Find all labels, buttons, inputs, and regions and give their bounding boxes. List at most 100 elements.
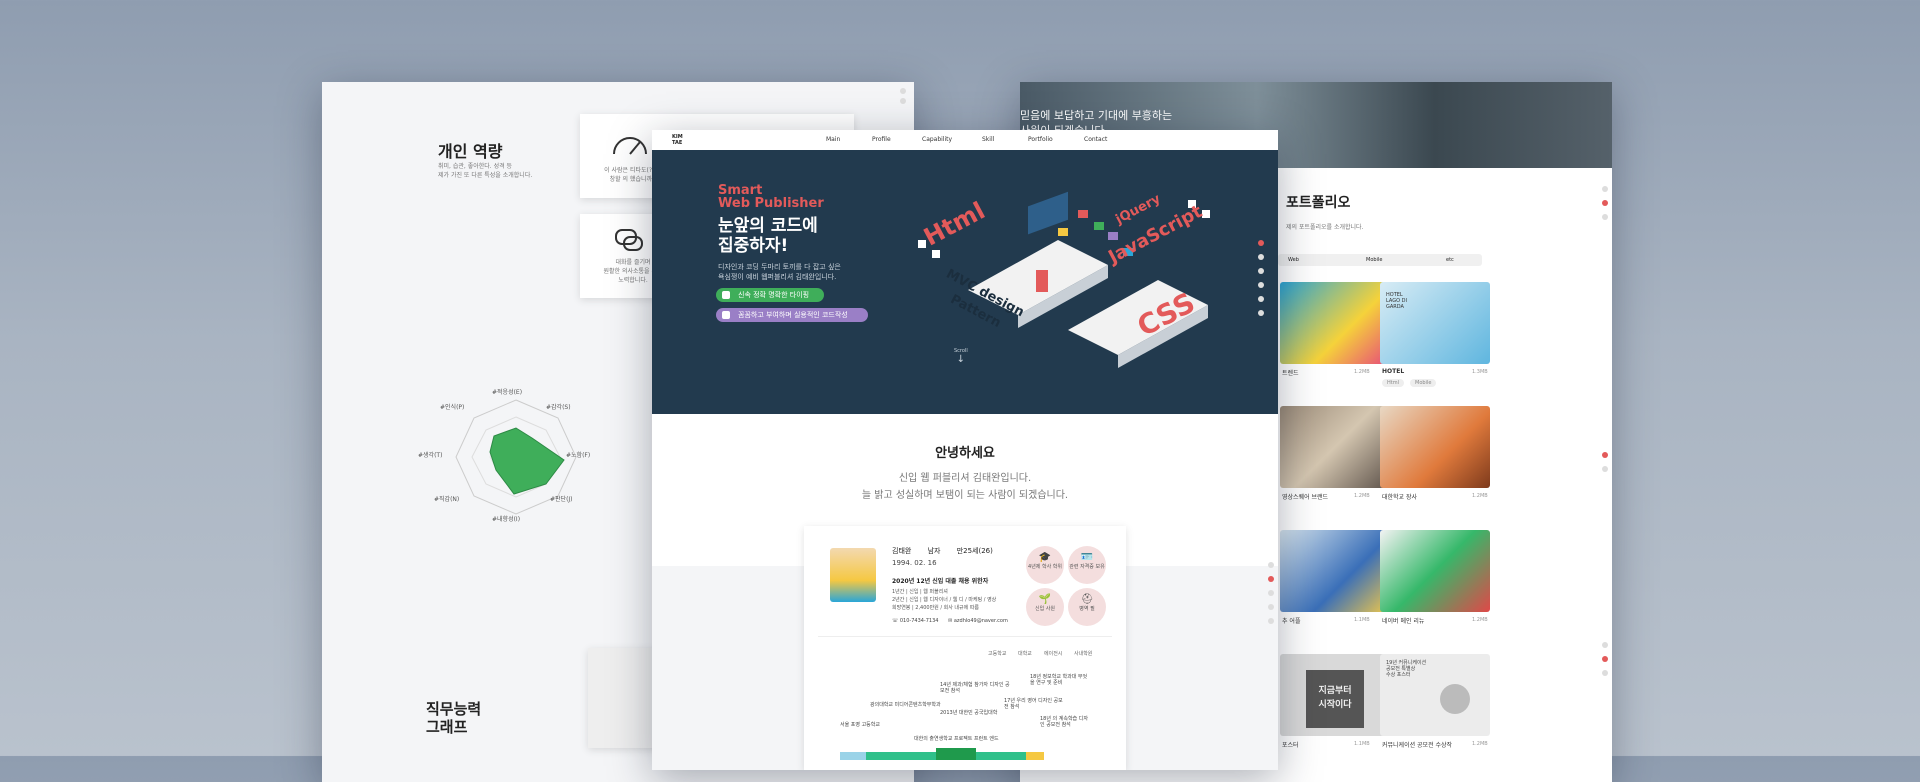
portfolio-item-label: HOTEL — [1382, 368, 1405, 375]
skill-badge-typing[interactable]: 신속 정확 명확한 타이핑 — [716, 288, 824, 302]
hero-description: 디자인과 코딩 두마리 토끼를 다 잡고 싶은 욕심쟁이 예비 웹퍼블리셔 김태… — [718, 263, 841, 281]
radar-label: #감각(S) — [546, 404, 571, 411]
hero-section: Smart Web Publisher 눈앞의 코드에 집중하자! 디자인과 코… — [652, 150, 1278, 414]
radar-label: #생각(T) — [418, 452, 443, 459]
timeline-label: 대한의 출연생학교 프로젝트 프런트 엔드 — [914, 736, 999, 742]
nav-main[interactable]: Main — [826, 136, 840, 143]
timeline-label: 광의대학교 미디어콘텐츠학부학과 — [870, 702, 941, 708]
timeline-label: 18년 의 계속학습 디자인 공모전 참석 — [1040, 716, 1088, 728]
portfolio-title: 포트폴리오 — [1286, 195, 1351, 211]
profile-headline: 2020년 12년 신입 대졸 채용 위한자 — [892, 578, 989, 585]
scroll-indicator[interactable]: Scroll ↓ — [954, 348, 968, 365]
greeting-text: 신입 웹 퍼블리셔 김태완입니다. — [898, 473, 1032, 484]
portfolio-item-size: 1.2MB — [1472, 617, 1488, 623]
portfolio-thumb[interactable]: HOTEL LAGO DI GARDA — [1380, 282, 1490, 364]
top-navigation: KIM TAE Main Profile Capability Skill Po… — [652, 130, 1278, 151]
chip-newcomer: 🌱 신입 사원 — [1026, 588, 1064, 626]
portfolio-thumb[interactable]: 지금부터 시작이다 — [1280, 654, 1390, 736]
profile-birth: 1994. 02. 16 — [892, 559, 937, 567]
profile-name: 김태완 — [892, 547, 912, 555]
portfolio-thumb[interactable] — [1380, 530, 1490, 612]
portfolio-item-label: 포스터 — [1282, 742, 1299, 749]
gauge-icon — [613, 137, 647, 155]
timeline-label: 18년 정보학교 학과대 무엇을 연구 및 준비 — [1030, 674, 1088, 686]
helmet-icon: ⛑ — [1080, 594, 1094, 605]
skill-badge-coding[interactable]: 꼼꼼하고 부여하며 실용적인 코드작성 — [716, 308, 868, 322]
chip-certificate: 🪪 관련 자격증 보유 — [1068, 546, 1106, 584]
nav-portfolio[interactable]: Portfolio — [1028, 136, 1053, 143]
radar-label: #노함(F) — [566, 452, 591, 459]
legend-item: 대학교 — [1018, 651, 1032, 657]
profile-details: 1년간 | 신입 | 웹 퍼블리셔 2년간 | 신입 | 웹 디자이너 / 웹 … — [892, 589, 997, 611]
portfolio-item-size: 1.2MB — [1354, 369, 1370, 375]
tab-mobile[interactable]: Mobile — [1366, 257, 1382, 263]
divider — [818, 636, 1112, 637]
profile-phone: 010-7434-7134 — [899, 618, 939, 624]
portfolio-tabs: Web Mobile etc — [1278, 254, 1482, 266]
tab-web[interactable]: Web — [1288, 257, 1299, 263]
radar-label: #내향성(I) — [492, 516, 521, 523]
portfolio-item-label: 네이버 메인 리뉴 — [1382, 618, 1425, 625]
portfolio-item-size: 1.2MB — [1354, 493, 1370, 499]
portfolio-thumb[interactable] — [1280, 406, 1390, 488]
tab-etc[interactable]: etc — [1446, 257, 1454, 263]
greeting-text: 늘 밝고 성실하며 보탬이 되는 사람이 되겠습니다. — [861, 490, 1069, 501]
nav-profile[interactable]: Profile — [872, 136, 891, 143]
tag-pill: Mobile — [1410, 379, 1437, 387]
portfolio-thumb[interactable] — [1280, 282, 1390, 364]
phone-icon: ☏ — [892, 618, 899, 624]
main-page: KIM TAE Main Profile Capability Skill Po… — [652, 130, 1278, 770]
greeting-section: 안녕하세요 신입 웹 퍼블리셔 김태완입니다. 늘 밝고 성실하며 보탬이 되는… — [652, 442, 1278, 501]
portfolio-desc: 제의 포트폴리오를 소개합니다. — [1286, 224, 1364, 231]
portfolio-item-size: 1.2MB — [1472, 741, 1488, 747]
portfolio-item-label: 커뮤니케이션 공모전 수상작 — [1382, 742, 1453, 749]
nav-capability[interactable]: Capability — [922, 136, 952, 143]
hero-tagline: Smart Web Publisher — [718, 183, 824, 211]
profile-email[interactable]: azdhlo49@naver.com — [954, 618, 1008, 624]
graduation-cap-icon: 🎓 — [1038, 552, 1052, 563]
nav-skill[interactable]: Skill — [982, 136, 994, 143]
portfolio-item-size: 1.3MB — [1472, 369, 1488, 375]
timeline-label: 서울 포영 고등학교 — [840, 722, 880, 728]
chat-icon — [615, 229, 643, 251]
award-emblem-icon — [1440, 684, 1470, 714]
section-desc: 취미, 습관, 좋아한다. 성격 등 제가 가진 또 다른 특성을 소개합니다. — [438, 163, 533, 179]
portfolio-item-size: 1.1MB — [1354, 617, 1370, 623]
portfolio-item-size: 1.1MB — [1354, 741, 1370, 747]
legend-item: 사내학원 — [1074, 651, 1093, 657]
timeline-bar — [840, 748, 1100, 760]
profile-age: 만25세(26) — [956, 547, 993, 555]
tag-pill: Html — [1382, 379, 1404, 387]
radar-label: #판단(J) — [550, 496, 573, 503]
portfolio-item-label: 트렌드 — [1282, 370, 1299, 377]
portfolio-item-label: 추 어플 — [1282, 618, 1301, 625]
portfolio-thumb[interactable] — [1380, 406, 1490, 488]
portfolio-item-size: 1.2MB — [1472, 493, 1488, 499]
timeline-label: 17년 우리 영어 디자인 공모전 참석 — [1004, 698, 1063, 710]
radar-label: #인식(P) — [440, 404, 465, 411]
radar-label: #직감(N) — [434, 496, 460, 503]
profile-card: 김태완 남자 만25세(26) 1994. 02. 16 2020년 12년 신… — [804, 526, 1126, 770]
timeline-label: 2013년 대한민 공국입대학 — [940, 710, 998, 716]
portfolio-thumb[interactable]: 19년 커뮤니케이션 공모전 특별상 수상 포스터 — [1380, 654, 1490, 736]
nav-contact[interactable]: Contact — [1084, 136, 1107, 143]
radar-label: #적응성(E) — [492, 389, 523, 396]
check-icon — [722, 291, 730, 299]
section-title-skill-graph: 직무능력 그래프 — [426, 700, 482, 736]
profile-gender: 남자 — [927, 547, 941, 555]
chip-degree: 🎓 4년제 학사 학위 — [1026, 546, 1064, 584]
portfolio-item-label: 영상스퀘어 브랜드 — [1282, 494, 1329, 501]
check-icon — [722, 311, 730, 319]
poster-artwork: 지금부터 시작이다 — [1306, 670, 1364, 728]
id-card-icon: 🪪 — [1080, 552, 1094, 563]
banner-text: 믿음에 보답하고 기대에 부흥하는 — [1020, 109, 1173, 122]
section-title-personal: 개인 역량 — [438, 142, 503, 161]
timeline-label: 14년 제과/체험 참가자 디자인 공모전 참석 — [940, 682, 1010, 694]
site-logo[interactable]: KIM TAE — [672, 134, 683, 146]
sprout-icon: 🌱 — [1038, 594, 1052, 605]
legend-item: 고등학교 — [988, 651, 1007, 657]
greeting-title: 안녕하세요 — [935, 446, 995, 461]
chip-military: ⛑ 병역 필 — [1068, 588, 1106, 626]
portfolio-thumb[interactable] — [1280, 530, 1390, 612]
portfolio-item-label: 대한학교 장사 — [1382, 494, 1418, 501]
